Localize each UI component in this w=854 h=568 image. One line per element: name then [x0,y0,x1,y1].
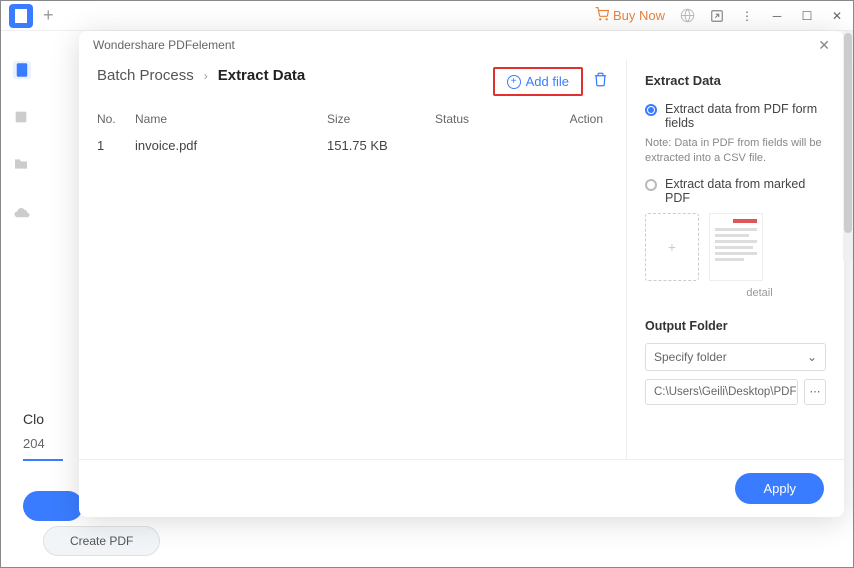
scrollbar[interactable] [843,31,853,261]
specify-label: Specify folder [654,350,727,364]
modal-body: Batch Process › Extract Data + Add file [79,59,844,459]
plus-circle-icon: + [507,75,521,89]
maximize-button[interactable]: ☐ [799,8,815,24]
add-file-label: Add file [526,74,569,89]
option-note: Note: Data in PDF from fields will be ex… [645,136,826,167]
col-header-no: No. [97,112,135,126]
sidebar-star-icon[interactable] [13,109,31,127]
breadcrumb: Batch Process › Extract Data [97,67,493,84]
cart-icon [595,7,609,24]
kebab-menu-icon[interactable]: ⋮ [739,8,755,24]
cell-name: invoice.pdf [135,138,327,153]
modal-close-button[interactable]: ✕ [818,37,830,54]
section-number: 204 [23,436,63,461]
option-form-fields[interactable]: Extract data from PDF form fields [645,102,826,130]
scrollbar-thumb[interactable] [844,33,852,233]
cell-status [435,138,535,153]
delete-icon[interactable] [593,72,608,92]
files-table: No. Name Size Status Action 1 invoice.pd… [97,106,608,159]
output-path-input[interactable]: C:\Users\Geili\Desktop\PDFelement\Da [645,379,798,405]
new-tab-button[interactable]: + [43,5,54,26]
option-label-2: Extract data from marked PDF [665,177,826,205]
app-logo[interactable] [9,4,33,28]
top-bar-right: Buy Now ⋮ ─ ☐ ✕ [595,7,845,24]
radio-icon [645,179,657,191]
sidebar-document-icon[interactable] [13,61,31,79]
hidden-button[interactable] [23,491,83,521]
buy-now-label: Buy Now [613,8,665,23]
browse-button[interactable]: ⋯ [804,379,826,405]
globe-icon[interactable] [679,8,695,24]
col-header-action: Action [535,112,603,126]
table-row[interactable]: 1 invoice.pdf 151.75 KB [97,132,608,159]
share-icon[interactable] [709,8,725,24]
cell-action [535,138,603,153]
modal-header-row: Batch Process › Extract Data + Add file [97,67,608,96]
panel-title: Extract Data [645,73,826,88]
modal-left-panel: Batch Process › Extract Data + Add file [79,59,626,459]
modal-title-bar: Wondershare PDFelement ✕ [79,31,844,59]
table-header: No. Name Size Status Action [97,106,608,132]
preview-row: + [645,213,826,281]
path-row: C:\Users\Geili\Desktop\PDFelement\Da ⋯ [645,379,826,405]
modal-title: Wondershare PDFelement [93,38,235,52]
add-file-button[interactable]: + Add file [493,67,583,96]
cell-no: 1 [97,138,135,153]
col-header-name: Name [135,112,327,126]
breadcrumb-current: Extract Data [218,67,306,84]
chevron-down-icon: ⌄ [807,350,817,364]
breadcrumb-parent[interactable]: Batch Process [97,67,194,84]
apply-button[interactable]: Apply [735,473,824,504]
chevron-right-icon: › [204,69,208,83]
batch-process-modal: Wondershare PDFelement ✕ Batch Process ›… [79,31,844,517]
close-window-button[interactable]: ✕ [829,8,845,24]
main-area: Clo 204 Create PDF ⋯ Wondershare PDFelem… [1,31,853,567]
section-cloud-label: Clo [23,411,44,427]
sidebar-folder-icon[interactable] [13,157,31,175]
option-label-1: Extract data from PDF form fields [665,102,826,130]
modal-footer: Apply [79,459,844,517]
add-preview-box[interactable]: + [645,213,699,281]
col-header-size: Size [327,112,435,126]
top-bar-left: + [9,4,54,28]
preview-thumbnail[interactable] [709,213,763,281]
col-header-status: Status [435,112,535,126]
specify-folder-select[interactable]: Specify folder ⌄ [645,343,826,371]
minimize-button[interactable]: ─ [769,8,785,24]
cell-size: 151.75 KB [327,138,435,153]
modal-right-panel: Extract Data Extract data from PDF form … [626,59,844,459]
detail-label[interactable]: detail [693,287,826,299]
radio-icon [645,104,657,116]
sidebar-cloud-icon[interactable] [13,205,31,223]
output-folder-section: Output Folder Specify folder ⌄ C:\Users\… [645,319,826,405]
buy-now-link[interactable]: Buy Now [595,7,665,24]
option-marked-pdf[interactable]: Extract data from marked PDF [645,177,826,205]
content-wrap: Clo 204 Create PDF ⋯ Wondershare PDFelem… [43,31,853,567]
output-folder-title: Output Folder [645,319,826,333]
top-bar: + Buy Now ⋮ ─ ☐ ✕ [1,1,853,31]
left-sidebar [1,31,43,567]
create-pdf-button[interactable]: Create PDF [43,526,160,556]
